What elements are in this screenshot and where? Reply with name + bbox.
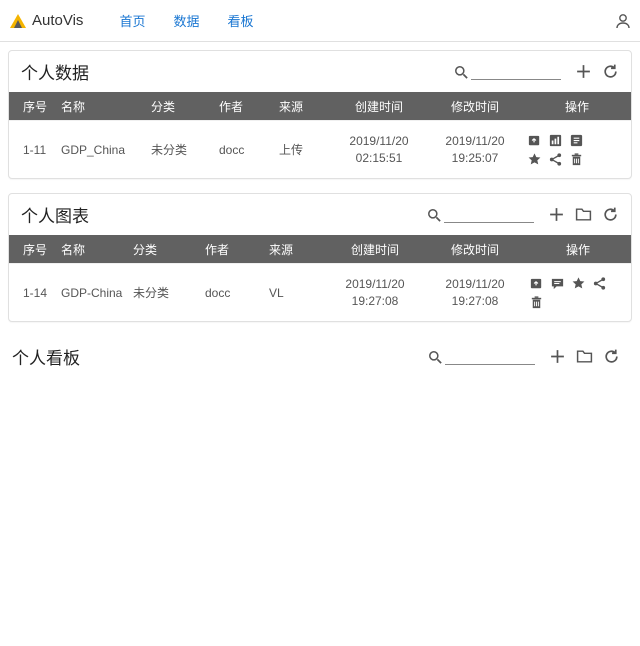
card-header: 个人数据 (9, 51, 631, 92)
personal-charts-card: 个人图表 序号 名称 分类 作者 来源 创建时间 修改时间 操作 1-14 GD (8, 193, 632, 322)
cell-modified-time: 19:25:07 (452, 151, 499, 165)
cell-category: 未分类 (147, 137, 215, 162)
cell-seq: 1-14 (9, 282, 57, 304)
add-icon[interactable] (549, 348, 566, 365)
dashboard-empty (8, 377, 632, 387)
table-header: 序号 名称 分类 作者 来源 创建时间 修改时间 操作 (9, 92, 631, 120)
col-source: 来源 (275, 94, 331, 119)
refresh-icon[interactable] (602, 206, 619, 223)
add-icon[interactable] (575, 63, 592, 80)
cell-modified-time: 19:27:08 (452, 294, 499, 308)
barchart-icon[interactable] (548, 133, 563, 148)
trash-icon[interactable] (569, 152, 584, 167)
card-title: 个人看板 (12, 344, 80, 369)
cell-author: docc (215, 139, 275, 161)
card-title: 个人数据 (21, 59, 89, 84)
nav-dashboard[interactable]: 看板 (227, 11, 253, 30)
search-icon[interactable] (454, 65, 469, 80)
col-name: 名称 (57, 237, 129, 262)
personal-data-card: 个人数据 序号 名称 分类 作者 来源 创建时间 修改时间 操作 1-11 GD… (8, 50, 632, 179)
col-modified: 修改时间 (427, 94, 523, 119)
search-icon[interactable] (428, 350, 443, 365)
logo-icon (10, 14, 26, 28)
cell-name: GDP-China (57, 282, 129, 304)
col-seq: 序号 (9, 237, 57, 262)
card-title: 个人图表 (21, 202, 89, 227)
card-header: 个人看板 (8, 336, 632, 377)
nav-home[interactable]: 首页 (119, 11, 145, 30)
personal-dashboards-card: 个人看板 (8, 336, 632, 387)
cell-author: docc (201, 282, 265, 304)
cell-modified-date: 2019/11/20 (445, 134, 504, 148)
user-icon[interactable] (614, 12, 632, 30)
top-nav: 首页 数据 看板 (119, 11, 253, 30)
cell-created-date: 2019/11/20 (345, 277, 404, 291)
col-seq: 序号 (9, 94, 57, 119)
content-area: 个人数据 序号 名称 分类 作者 来源 创建时间 修改时间 操作 1-11 GD… (0, 42, 640, 409)
col-name: 名称 (57, 94, 147, 119)
add-icon[interactable] (548, 206, 565, 223)
folder-icon[interactable] (576, 348, 593, 365)
nav-data[interactable]: 数据 (173, 11, 199, 30)
open-icon[interactable] (529, 276, 544, 291)
search-box (428, 348, 535, 365)
star-icon[interactable] (571, 276, 586, 291)
col-created: 创建时间 (331, 94, 427, 119)
col-category: 分类 (129, 237, 201, 262)
col-source: 来源 (265, 237, 325, 262)
col-category: 分类 (147, 94, 215, 119)
search-icon[interactable] (427, 208, 442, 223)
star-icon[interactable] (527, 152, 542, 167)
cell-created-time: 19:27:08 (352, 294, 399, 308)
col-actions: 操作 (523, 94, 631, 119)
table-row: 1-14 GDP-China 未分类 docc VL 2019/11/20 19:… (9, 263, 631, 321)
search-box (427, 206, 534, 223)
search-input[interactable] (445, 348, 535, 365)
refresh-icon[interactable] (602, 63, 619, 80)
cell-source: 上传 (275, 137, 331, 162)
cell-category: 未分类 (129, 280, 201, 305)
col-modified: 修改时间 (425, 237, 525, 262)
cell-created-date: 2019/11/20 (349, 134, 408, 148)
note-icon[interactable] (569, 133, 584, 148)
col-author: 作者 (215, 94, 275, 119)
col-created: 创建时间 (325, 237, 425, 262)
open-icon[interactable] (527, 133, 542, 148)
table-row: 1-11 GDP_China 未分类 docc 上传 2019/11/20 02:… (9, 120, 631, 178)
cell-created-time: 02:15:51 (356, 151, 403, 165)
trash-icon[interactable] (529, 295, 544, 310)
folder-icon[interactable] (575, 206, 592, 223)
search-input[interactable] (471, 63, 561, 80)
cell-modified-date: 2019/11/20 (445, 277, 504, 291)
table-header: 序号 名称 分类 作者 来源 创建时间 修改时间 操作 (9, 235, 631, 263)
top-bar: AutoVis 首页 数据 看板 (0, 0, 640, 42)
card-header: 个人图表 (9, 194, 631, 235)
comment-icon[interactable] (550, 276, 565, 291)
cell-seq: 1-11 (9, 139, 57, 161)
cell-name: GDP_China (57, 139, 147, 161)
share-icon[interactable] (548, 152, 563, 167)
refresh-icon[interactable] (603, 348, 620, 365)
app-name: AutoVis (32, 12, 83, 29)
cell-source: VL (265, 282, 325, 304)
search-box (454, 63, 561, 80)
share-icon[interactable] (592, 276, 607, 291)
search-input[interactable] (444, 206, 534, 223)
col-author: 作者 (201, 237, 265, 262)
app-logo[interactable]: AutoVis (10, 12, 83, 29)
col-actions: 操作 (525, 237, 631, 262)
